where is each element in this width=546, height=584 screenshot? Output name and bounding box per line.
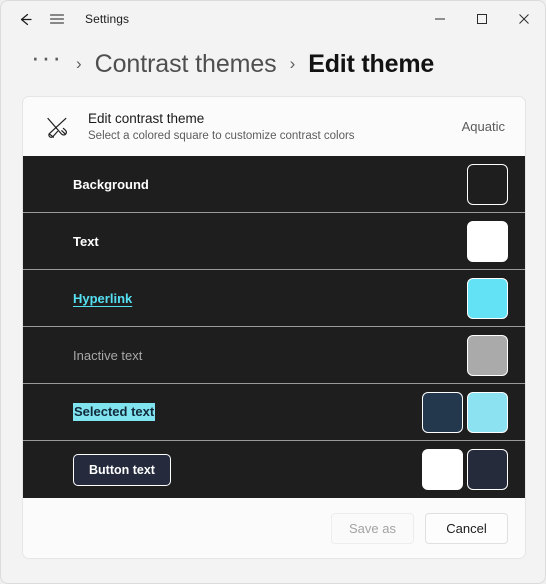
minimize-icon[interactable] (419, 2, 461, 37)
preview-label-inactive-text: Inactive text (73, 347, 143, 363)
swatch-group-selected-text (422, 391, 508, 433)
window-title: Settings (85, 12, 130, 26)
maximize-icon[interactable] (461, 2, 503, 37)
preview-label-hyperlink[interactable]: Hyperlink (73, 291, 132, 306)
text-color-swatch[interactable] (467, 220, 508, 262)
theme-name-value: Aquatic (461, 119, 505, 134)
card-header: Edit contrast theme Select a colored squ… (23, 97, 525, 156)
preview-row-background: Background (23, 156, 525, 213)
card-header-text: Edit contrast theme Select a colored squ… (88, 110, 452, 144)
edit-theme-brush-pencil-icon (40, 114, 74, 140)
preview-label-wrap-button-text: Button text (73, 453, 422, 486)
background-color-swatch[interactable] (467, 163, 508, 205)
title-bar: Settings (1, 1, 545, 37)
preview-sample-button[interactable]: Button text (73, 453, 171, 486)
swatch-group-background (467, 163, 508, 205)
selected-text-foreground-swatch[interactable] (422, 391, 463, 433)
breadcrumb-current-edit-theme: Edit theme (308, 49, 435, 78)
preview-label-wrap-selected-text: Selected text (73, 403, 422, 421)
swatch-group-text (467, 220, 508, 262)
save-as-button[interactable]: Save as (331, 512, 414, 544)
preview-row-hyperlink: Hyperlink (23, 270, 525, 327)
card-subtitle: Select a colored square to customize con… (88, 129, 355, 142)
edit-contrast-theme-card: Edit contrast theme Select a colored squ… (22, 96, 526, 559)
card-footer: Save as Cancel (23, 498, 525, 558)
cancel-button[interactable]: Cancel (425, 512, 508, 544)
preview-label-background: Background (73, 176, 149, 192)
preview-row-button-text: Button text (23, 441, 525, 498)
preview-row-text: Text (23, 213, 525, 270)
hyperlink-color-swatch[interactable] (467, 277, 508, 319)
swatch-group-inactive-text (467, 334, 508, 376)
preview-row-inactive-text: Inactive text (23, 327, 525, 384)
back-arrow-icon[interactable] (9, 4, 41, 34)
breadcrumb: ··· › Contrast themes › Edit theme (1, 37, 545, 81)
breadcrumb-separator-1: › (75, 54, 82, 73)
theme-preview-list: Background Text Hyperlink Inactive text … (23, 156, 525, 498)
swatch-group-hyperlink (467, 277, 508, 319)
preview-label-text: Text (73, 233, 99, 249)
card-title: Edit contrast theme (88, 110, 205, 126)
swatch-group-button-text (422, 449, 508, 490)
breadcrumb-separator-2: › (289, 54, 296, 73)
button-text-foreground-swatch[interactable] (422, 449, 463, 490)
preview-row-selected-text: Selected text (23, 384, 525, 441)
selected-text-background-swatch[interactable] (467, 391, 508, 433)
breadcrumb-overflow-button[interactable]: ··· (31, 44, 63, 70)
preview-label-selected-text: Selected text (73, 403, 156, 421)
button-text-background-swatch[interactable] (467, 449, 508, 490)
inactive-text-color-swatch[interactable] (467, 334, 508, 376)
hamburger-menu-icon[interactable] (41, 4, 73, 34)
settings-window: Settings ··· › Contrast themes › Edit th… (0, 0, 546, 584)
breadcrumb-link-contrast-themes[interactable]: Contrast themes (95, 50, 277, 79)
close-icon[interactable] (503, 2, 545, 37)
